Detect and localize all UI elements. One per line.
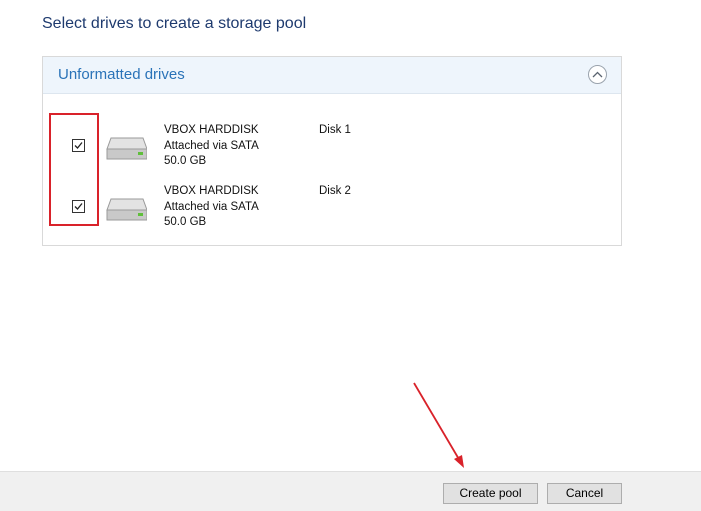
hard-drive-icon: [106, 137, 147, 160]
group-title: Unformatted drives: [58, 66, 185, 83]
group-header: Unformatted drives: [43, 57, 621, 94]
drive-checkbox[interactable]: [72, 139, 85, 152]
drive-size: 50.0 GB: [164, 155, 207, 167]
drive-name: VBOX HARDDISK: [164, 124, 259, 136]
cancel-button[interactable]: Cancel: [547, 483, 622, 504]
collapse-button[interactable]: [588, 65, 607, 84]
drive-name: VBOX HARDDISK: [164, 185, 259, 197]
arrow-annotation: [413, 382, 464, 468]
dialog-footer: Create pool Cancel: [0, 471, 701, 511]
drive-details: VBOX HARDDISK Attached via SATA 50.0 GB: [164, 184, 259, 231]
disk-number: Disk 2: [319, 185, 351, 197]
drive-size: 50.0 GB: [164, 216, 207, 228]
checkmark-icon: [74, 203, 83, 210]
checkmark-icon: [74, 142, 83, 149]
drive-list-item: VBOX HARDDISK Attached via SATA 50.0 GB …: [43, 184, 621, 234]
chevron-up-icon: [592, 71, 603, 78]
hard-drive-icon: [106, 198, 147, 221]
drive-connection: Attached via SATA: [164, 200, 259, 213]
create-pool-button[interactable]: Create pool: [443, 483, 538, 504]
drive-connection: Attached via SATA: [164, 139, 259, 152]
drive-details: VBOX HARDDISK Attached via SATA 50.0 GB: [164, 123, 259, 170]
disk-number: Disk 1: [319, 124, 351, 136]
unformatted-drives-group: Unformatted drives VBOX HARDDISK Attache…: [42, 56, 622, 246]
drive-list-item: VBOX HARDDISK Attached via SATA 50.0 GB …: [43, 123, 621, 173]
page-title: Select drives to create a storage pool: [42, 15, 307, 32]
drive-checkbox[interactable]: [72, 200, 85, 213]
storage-pool-dialog: Select drives to create a storage pool U…: [0, 0, 701, 511]
